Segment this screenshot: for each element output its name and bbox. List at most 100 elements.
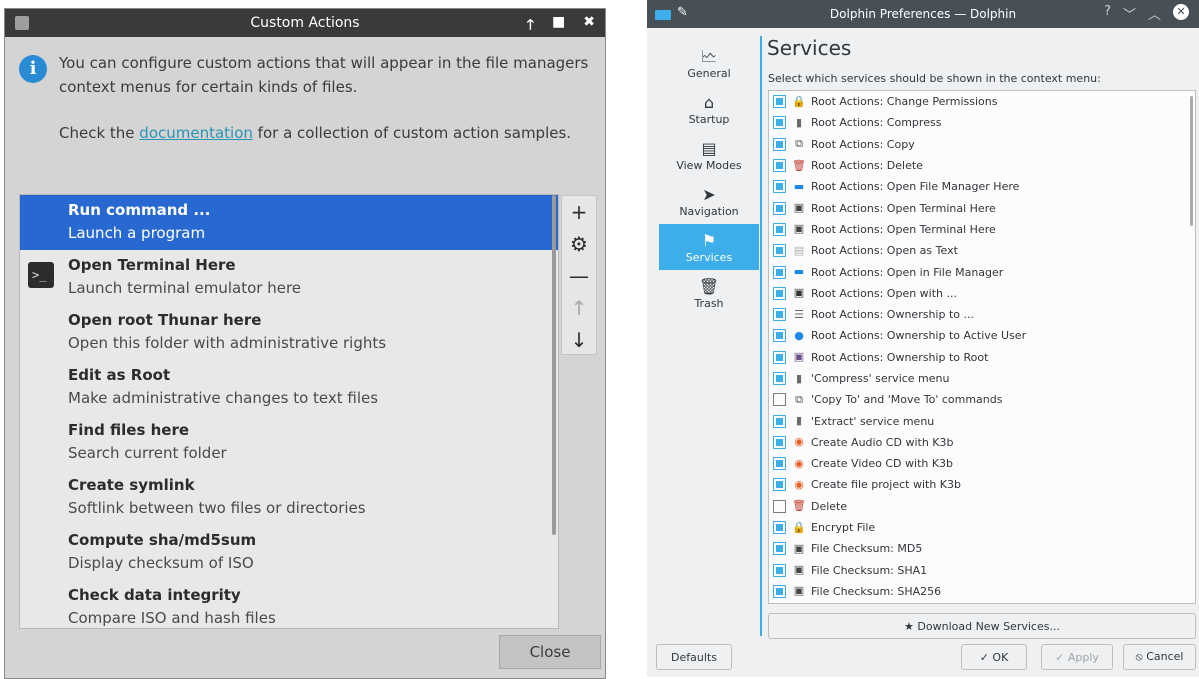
action-item-open-terminal[interactable]: >_ Open Terminal Here Launch terminal em…	[20, 250, 558, 305]
dolphin-titlebar[interactable]: ✎ Dolphin Preferences — Dolphin ? ﹀ ︿ ✕	[647, 0, 1199, 28]
action-item-edit-as-root[interactable]: Edit as Root Make administrative changes…	[20, 360, 558, 415]
service-row[interactable]: 🗑 Root Actions: Delete	[769, 155, 1195, 176]
nav-item-trash[interactable]: 🗑 Trash	[659, 270, 759, 316]
service-checkbox[interactable]	[773, 159, 786, 173]
service-row[interactable]: ◉ Create file project with K3b	[769, 474, 1195, 495]
service-checkbox[interactable]	[773, 286, 786, 300]
remove-action-icon[interactable]: —	[562, 260, 596, 292]
nav-item-navigation[interactable]: ➤ Navigation	[659, 178, 759, 224]
service-checkbox[interactable]	[773, 372, 786, 385]
defaults-button[interactable]: Defaults	[656, 644, 732, 670]
service-row[interactable]: ▬ Root Actions: Open File Manager Here	[769, 176, 1195, 197]
service-row[interactable]: ◉ Create Audio CD with K3b	[769, 432, 1195, 453]
cancel-button[interactable]: ⦸ Cancel	[1123, 644, 1196, 670]
move-up-icon[interactable]: ↑	[562, 292, 596, 324]
custom-actions-list[interactable]: Run command ... Launch a program >_ Open…	[19, 194, 559, 629]
action-title: Edit as Root	[68, 366, 171, 384]
keep-above-icon[interactable]: 🡑	[527, 14, 534, 38]
nav-item-startup[interactable]: ⌂ Startup	[659, 86, 759, 132]
action-item-run-command[interactable]: Run command ... Launch a program	[20, 195, 558, 250]
service-checkbox[interactable]	[773, 584, 786, 598]
info-box: i You can configure custom actions that …	[19, 51, 589, 145]
service-row[interactable]: ▣ File Checksum: MD5	[769, 538, 1195, 559]
apply-button[interactable]: ✓ Apply	[1041, 644, 1113, 670]
service-row[interactable]: ▮ 'Extract' service menu	[769, 410, 1195, 431]
download-new-services-button[interactable]: ★ Download New Services...	[768, 613, 1196, 639]
general-icon: 🗠	[700, 46, 718, 66]
service-row[interactable]: ▣ Root Actions: Ownership to Root	[769, 347, 1195, 368]
nav-item-general[interactable]: 🗠 General	[659, 40, 759, 86]
nav-item-view-modes[interactable]: ▤ View Modes	[659, 132, 759, 178]
service-row[interactable]: ▣ File Checksum: SHA256	[769, 581, 1195, 602]
service-row[interactable]: ☰ Root Actions: Ownership to ...	[769, 304, 1195, 325]
service-checkbox[interactable]	[773, 180, 786, 194]
action-item-compute-checksum[interactable]: Compute sha/md5sum Display checksum of I…	[20, 525, 558, 580]
service-checkbox[interactable]	[773, 542, 786, 556]
pin-icon[interactable]: ✎	[677, 5, 688, 20]
service-checkbox[interactable]	[773, 435, 786, 449]
custom-actions-titlebar[interactable]: Custom Actions 🡑 ■ ✖	[5, 9, 605, 37]
service-icon: ▮	[795, 414, 803, 428]
service-checkbox[interactable]	[773, 137, 786, 151]
documentation-link[interactable]: documentation	[139, 124, 253, 142]
dolphin-app-icon[interactable]	[655, 10, 671, 20]
window-menu-icon[interactable]	[15, 16, 29, 30]
service-checkbox[interactable]	[773, 116, 786, 130]
service-checkbox[interactable]	[773, 350, 786, 364]
service-checkbox[interactable]	[773, 478, 786, 492]
close-icon[interactable]: ✖	[583, 14, 595, 38]
service-row[interactable]: ◉ Create Video CD with K3b	[769, 453, 1195, 474]
service-row[interactable]: ▮ 'Compress' service menu	[769, 368, 1195, 389]
service-row[interactable]: 🔒 Encrypt File	[769, 517, 1195, 538]
edit-action-gear-icon[interactable]: ⚙	[562, 228, 596, 260]
actions-scrollbar[interactable]	[552, 195, 556, 535]
nav-item-services[interactable]: ⚑ Services	[659, 224, 759, 270]
info-icon: i	[19, 55, 47, 83]
service-row[interactable]: ▣ Root Actions: Open with ...	[769, 283, 1195, 304]
service-row[interactable]: 🗑 Delete	[769, 496, 1195, 517]
service-checkbox[interactable]	[773, 222, 786, 236]
service-checkbox[interactable]	[773, 265, 786, 279]
service-checkbox[interactable]	[773, 414, 786, 428]
service-row[interactable]: 🔒 Root Actions: Change Permissions	[769, 91, 1195, 112]
service-row[interactable]: ▤ Root Actions: Open as Text	[769, 240, 1195, 261]
service-checkbox[interactable]	[773, 521, 786, 535]
action-item-open-root-thunar[interactable]: Open root Thunar here Open this folder w…	[20, 305, 558, 360]
maximize-icon[interactable]: ︿	[1148, 4, 1161, 23]
service-row[interactable]: ⧉ 'Copy To' and 'Move To' commands	[769, 389, 1195, 410]
service-row[interactable]: ▣ Root Actions: Open Terminal Here	[769, 219, 1195, 240]
window-title: Custom Actions	[250, 15, 360, 31]
action-subtitle: Launch a program	[68, 224, 206, 242]
service-label: Root Actions: Ownership to Root	[811, 350, 989, 364]
services-list[interactable]: 🔒 Root Actions: Change Permissions ▮ Root A…	[768, 90, 1196, 604]
service-icon: ▬	[793, 179, 805, 193]
services-scrollbar[interactable]	[1190, 96, 1193, 226]
move-down-icon[interactable]: ↓	[562, 324, 596, 356]
maximize-icon[interactable]: ■	[552, 14, 565, 38]
action-item-check-integrity[interactable]: Check data integrity Compare ISO and has…	[20, 580, 558, 628]
action-item-find-files[interactable]: Find files here Search current folder	[20, 415, 558, 470]
minimize-icon[interactable]: ﹀	[1123, 4, 1136, 23]
close-icon[interactable]: ✕	[1173, 4, 1189, 20]
service-checkbox[interactable]	[773, 308, 786, 322]
service-checkbox[interactable]	[773, 244, 786, 258]
service-row[interactable]: ▮ Root Actions: Compress	[769, 112, 1195, 133]
service-row[interactable]: ▬ Root Actions: Open in File Manager	[769, 261, 1195, 282]
service-checkbox[interactable]	[773, 95, 786, 109]
service-row[interactable]: ● Root Actions: Ownership to Active User	[769, 325, 1195, 346]
service-checkbox[interactable]	[773, 563, 786, 577]
service-row[interactable]: ⧉ Root Actions: Copy	[769, 134, 1195, 155]
service-checkbox[interactable]	[773, 329, 786, 343]
service-checkbox[interactable]	[773, 201, 786, 215]
service-checkbox[interactable]	[773, 499, 786, 513]
dolphin-preferences-window: ✎ Dolphin Preferences — Dolphin ? ﹀ ︿ ✕ …	[647, 0, 1199, 677]
ok-button[interactable]: ✓ OK	[961, 644, 1027, 670]
close-button[interactable]: Close	[499, 635, 601, 669]
action-item-create-symlink[interactable]: Create symlink Softlink between two file…	[20, 470, 558, 525]
service-checkbox[interactable]	[773, 393, 786, 407]
service-row[interactable]: ▣ Root Actions: Open Terminal Here	[769, 197, 1195, 218]
help-icon[interactable]: ?	[1104, 4, 1111, 23]
service-checkbox[interactable]	[773, 457, 786, 471]
service-row[interactable]: ▣ File Checksum: SHA1	[769, 560, 1195, 581]
add-action-icon[interactable]: +	[562, 196, 596, 228]
